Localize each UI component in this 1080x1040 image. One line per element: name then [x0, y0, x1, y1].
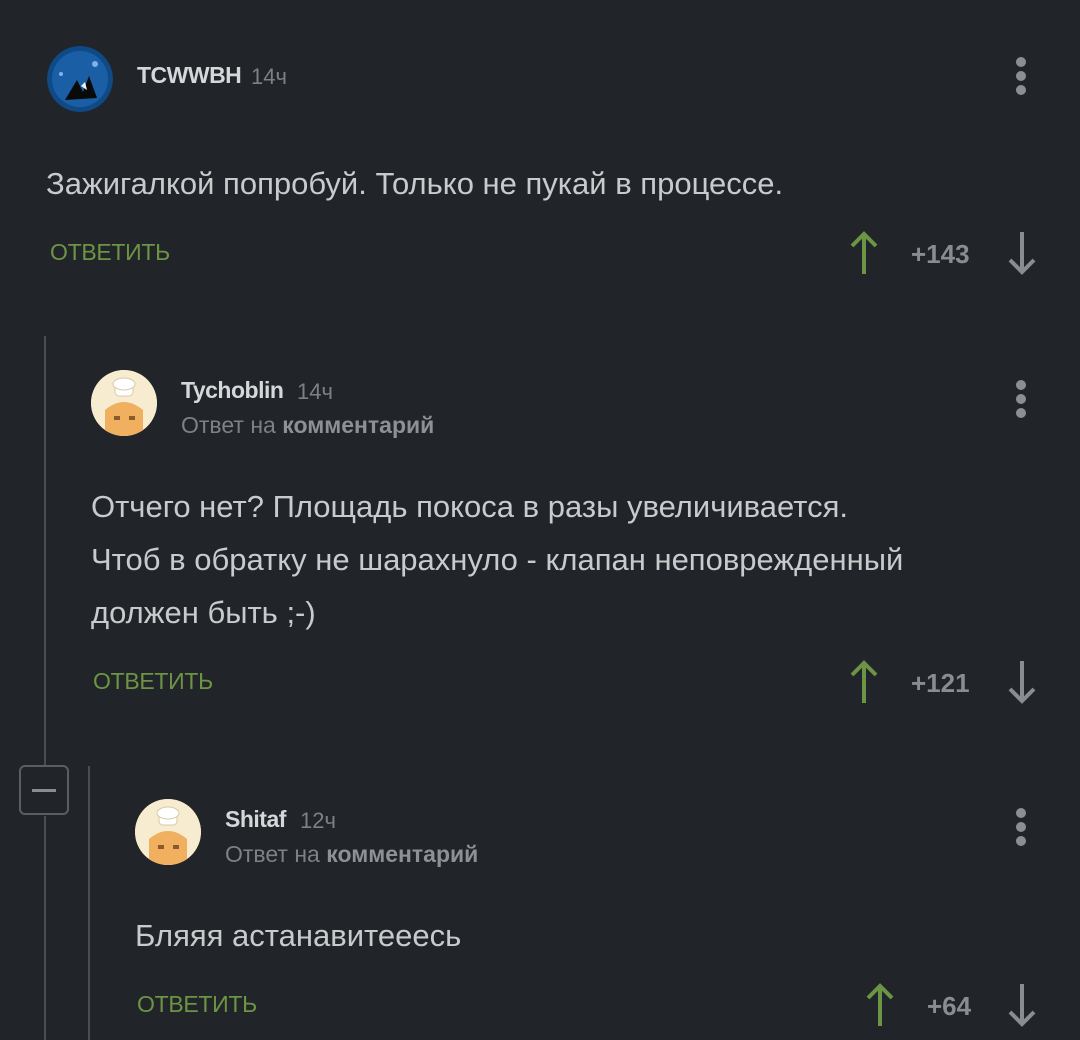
username[interactable]: TCWWBH [137, 62, 242, 89]
reply-to-link[interactable]: комментарий [326, 841, 478, 867]
avatar[interactable] [47, 46, 113, 112]
upvote-arrow-icon[interactable] [846, 659, 882, 710]
upvote-arrow-icon[interactable] [846, 230, 882, 281]
avatar[interactable] [91, 370, 157, 436]
downvote-arrow-icon[interactable] [1004, 659, 1040, 710]
reply-button[interactable]: ОТВЕТИТЬ [137, 991, 257, 1018]
score: +121 [911, 668, 970, 698]
reply-to-info: Ответ на комментарий [181, 412, 434, 439]
score: +64 [927, 991, 972, 1021]
comment-text: Бляяя астанавитееесь [135, 918, 462, 953]
timestamp: 12ч [300, 808, 336, 833]
reply-to-link[interactable]: комментарий [282, 412, 434, 438]
username[interactable]: Tychoblin [181, 377, 284, 404]
more-options-icon[interactable] [1015, 808, 1027, 850]
reply-to-prefix: Ответ на [181, 412, 276, 438]
more-options-icon[interactable] [1015, 380, 1027, 422]
comment-text-line: должен быть ;-) [91, 595, 316, 630]
thread-line-level-1 [44, 336, 46, 766]
timestamp: 14ч [251, 64, 287, 89]
username[interactable]: Shitaf [225, 806, 286, 833]
avatar[interactable] [135, 799, 201, 865]
downvote-arrow-icon[interactable] [1004, 230, 1040, 281]
comment-text-line: Чтоб в обратку не шарахнуло - клапан неп… [91, 542, 904, 577]
comment-text-line: Отчего нет? Площадь покоса в разы увелич… [91, 489, 849, 524]
score: +143 [911, 239, 970, 269]
reply-to-prefix: Ответ на [225, 841, 320, 867]
timestamp: 14ч [297, 379, 333, 404]
upvote-arrow-icon[interactable] [862, 982, 898, 1033]
more-options-icon[interactable] [1015, 57, 1027, 99]
thread-line-level-2 [88, 766, 90, 1040]
downvote-arrow-icon[interactable] [1004, 982, 1040, 1033]
comment-text: Зажигалкой попробуй. Только не пукай в п… [46, 166, 784, 201]
collapse-thread-button[interactable] [19, 765, 69, 815]
thread-line-level-1-continued [44, 816, 46, 1040]
reply-button[interactable]: ОТВЕТИТЬ [50, 239, 170, 266]
comment-text: Отчего нет? Площадь покоса в разы увелич… [91, 480, 903, 639]
minus-icon [32, 789, 56, 792]
reply-to-info: Ответ на комментарий [225, 841, 478, 868]
reply-button[interactable]: ОТВЕТИТЬ [93, 668, 213, 695]
